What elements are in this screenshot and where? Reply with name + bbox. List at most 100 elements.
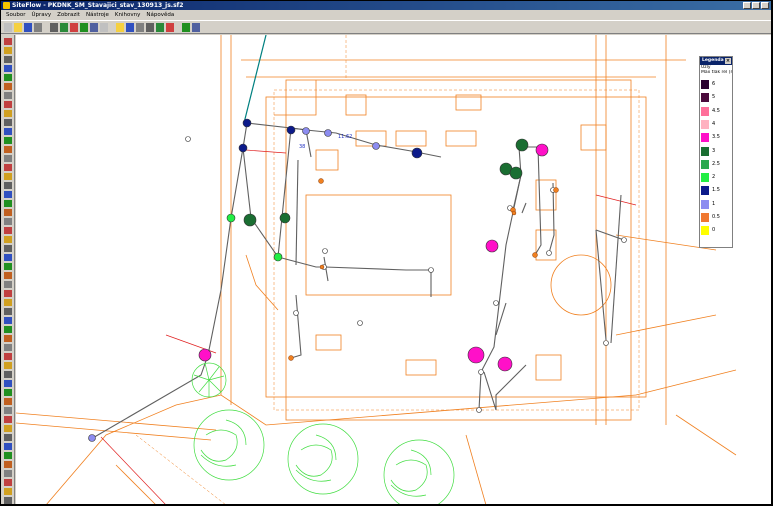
legend-row: 1.5 [701,186,731,196]
tool-button-icon[interactable] [4,155,12,162]
legend-swatch [701,106,709,116]
tool-button-icon[interactable] [4,326,12,333]
tool-button-icon[interactable] [4,101,12,108]
legend-swatch [701,199,709,209]
nodes [88,118,549,442]
maximize-button[interactable] [752,2,760,9]
tool-button-icon[interactable] [4,308,12,315]
select-icon[interactable] [116,23,124,32]
tool-button-icon[interactable] [4,479,12,486]
tool-button-icon[interactable] [4,119,12,126]
properties-icon[interactable] [192,23,200,32]
tool-button-icon[interactable] [4,209,12,216]
menu-soubor[interactable]: Soubor [3,10,28,20]
tool-button-icon[interactable] [4,245,12,252]
tool-button-icon[interactable] [4,218,12,225]
tool-button-icon[interactable] [4,227,12,234]
tool-button-icon[interactable] [4,443,12,450]
legend-swatch [701,173,709,183]
tool-button-icon[interactable] [4,389,12,396]
tool-button-icon[interactable] [4,371,12,378]
legend-row: 2 [701,173,731,183]
tool-button-icon[interactable] [4,272,12,279]
zoom-out-icon[interactable] [80,23,88,32]
legend-panel[interactable]: Legenda × Uzly Max tlak rel [m] 654.543.… [699,56,733,248]
measure-icon[interactable] [100,23,108,32]
tool-button-icon[interactable] [4,335,12,342]
tool-button-icon[interactable] [4,497,12,504]
new-icon[interactable] [4,23,12,32]
zoom-in-icon[interactable] [70,23,78,32]
tool-button-icon[interactable] [4,434,12,441]
tool-button-icon[interactable] [4,398,12,405]
tool-button-icon[interactable] [4,470,12,477]
tool-button-icon[interactable] [4,65,12,72]
node-tool-icon[interactable] [156,23,164,32]
print-icon[interactable] [34,23,42,32]
zoom-icon[interactable] [50,23,58,32]
tool-button-icon[interactable] [4,56,12,63]
tool-button-icon[interactable] [4,146,12,153]
tool-button-icon[interactable] [4,362,12,369]
legend-close-button[interactable]: × [725,58,731,64]
flow-icon[interactable] [182,23,190,32]
tool-button-icon[interactable] [4,74,12,81]
menu-zobrazit[interactable]: Zobrazit [54,10,83,20]
site-plan: 38 11.62 [16,35,737,504]
minimize-button[interactable] [743,2,751,9]
open-icon[interactable] [14,23,22,32]
tool-button-icon[interactable] [4,38,12,45]
tool-button-icon[interactable] [4,452,12,459]
legend-value: 2 [712,174,716,181]
tool-button-icon[interactable] [4,191,12,198]
tool-button-icon[interactable] [4,263,12,270]
menu-nastroje[interactable]: Nástroje [83,10,112,20]
menu-upravy[interactable]: Úpravy [28,10,54,20]
menu-napoveda[interactable]: Nápověda [143,10,177,20]
tool-button-icon[interactable] [4,317,12,324]
tool-button-icon[interactable] [4,254,12,261]
tool-button-icon[interactable] [4,200,12,207]
tool-button-icon[interactable] [4,110,12,117]
tool-button-icon[interactable] [4,92,12,99]
tool-button-icon[interactable] [4,299,12,306]
tool-button-icon[interactable] [4,236,12,243]
tool-button-icon[interactable] [4,425,12,432]
tool-button-icon[interactable] [4,344,12,351]
legend-value: 3.5 [712,134,720,141]
tool-button-icon[interactable] [4,137,12,144]
delete-icon[interactable] [166,23,174,32]
legend-row: 0.5 [701,213,731,222]
legend-swatch [701,213,709,222]
annotation-label: 11.62 [338,134,352,140]
legend-header: Legenda × [700,57,732,65]
tool-button-icon[interactable] [4,290,12,297]
tool-button-icon[interactable] [4,488,12,495]
zoom-window-icon[interactable] [60,23,68,32]
tool-button-icon[interactable] [4,128,12,135]
tool-button-icon[interactable] [4,461,12,468]
legend-value: 4.5 [712,107,720,114]
tool-button-icon[interactable] [4,47,12,54]
tool-button-icon[interactable] [4,83,12,90]
close-button[interactable] [761,2,769,9]
tool-button-icon[interactable] [4,182,12,189]
tool-button-icon[interactable] [4,353,12,360]
tool-button-icon[interactable] [4,407,12,414]
tool-button-icon[interactable] [4,164,12,171]
toolbar [1,20,771,34]
menu-knihovny[interactable]: Knihovny [112,10,143,20]
select-area-icon[interactable] [126,23,134,32]
tool-button-icon[interactable] [4,416,12,423]
tool-button-icon[interactable] [4,380,12,387]
pipe-tool-icon[interactable] [146,23,154,32]
legend-row: 3.5 [701,133,731,143]
zoom-extents-icon[interactable] [90,23,98,32]
tool-button-icon[interactable] [4,281,12,288]
save-icon[interactable] [24,23,32,32]
legend-swatch [701,159,709,169]
legend-swatch [701,146,709,156]
drawing-canvas[interactable]: 38 11.62 Legenda × Uzly Max tlak rel [m]… [16,35,771,504]
move-icon[interactable] [136,23,144,32]
tool-button-icon[interactable] [4,173,12,180]
